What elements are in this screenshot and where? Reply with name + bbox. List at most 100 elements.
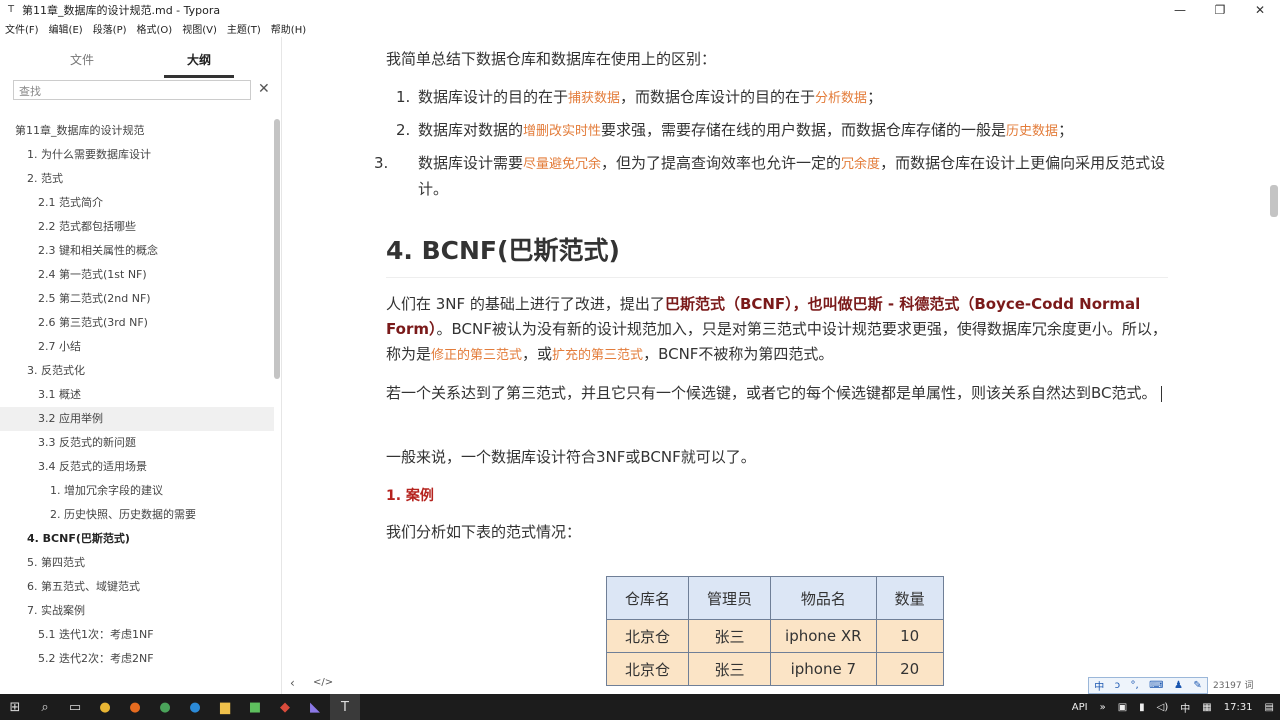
outline-item[interactable]: 2.4 第一范式(1st NF) xyxy=(0,263,274,287)
sidebar: 文件 大纲 查找 ✕ 第11章_数据库的设计规范 1. 为什么需要数据库设计 2. … xyxy=(0,37,282,694)
outline-item[interactable]: 1. 增加冗余字段的建议 xyxy=(0,479,274,503)
outline-item[interactable]: 2. 范式 xyxy=(0,167,274,191)
maximize-button[interactable]: ❐ xyxy=(1200,0,1240,20)
ime-lang-icon[interactable]: 中 xyxy=(1094,678,1104,693)
outline-item[interactable]: 3.4 反范式的适用场景 xyxy=(0,455,274,479)
tray-time[interactable]: 17:31 xyxy=(1224,702,1253,713)
outline-item[interactable]: 第11章_数据库的设计规范 xyxy=(0,119,274,143)
tab-active-indicator xyxy=(164,75,234,78)
text-cursor xyxy=(1160,385,1162,402)
outline-item[interactable]: 2.5 第二范式(2nd NF) xyxy=(0,287,274,311)
close-icon[interactable]: ✕ xyxy=(258,81,270,97)
table-header-cell: 物品名 xyxy=(770,576,877,620)
outline-item[interactable]: 2.1 范式简介 xyxy=(0,191,274,215)
table-cell: 北京仓 xyxy=(605,619,690,653)
menu-format[interactable]: 格式(O) xyxy=(132,21,178,36)
source-code-mode-icon[interactable]: </> xyxy=(313,677,333,688)
window-controls: — ❐ ✕ xyxy=(1160,0,1280,20)
list-item: 3. 数据库设计需要尽量避免冗余，但为了提高查询效率也允许一定的冗余度，而数据仓库… xyxy=(374,154,1166,198)
tray-ime-icon[interactable]: ▦ xyxy=(1202,702,1211,713)
editor-scrollbar[interactable] xyxy=(1270,185,1278,217)
menu-bar: 文件(F) 编辑(E) 段落(P) 格式(O) 视图(V) 主题(T) 帮助(H… xyxy=(0,20,1280,37)
outline-item[interactable]: 5. 第四范式 xyxy=(0,551,274,575)
tray-chevron-icon[interactable]: » xyxy=(1100,702,1106,713)
outline-item[interactable]: 7. 实战案例 xyxy=(0,599,274,623)
edge-icon[interactable]: ● xyxy=(180,694,210,720)
table-cell: 北京仓 xyxy=(605,652,690,686)
sidebar-scrollbar[interactable] xyxy=(274,119,280,379)
table-row: 北京仓 张三 iphone XR 10 xyxy=(605,619,944,653)
ime-settings-icon[interactable]: ✎ xyxy=(1193,680,1201,691)
chevron-left-icon[interactable]: ‹ xyxy=(290,676,295,690)
outline-item[interactable]: 5.1 迭代1次：考虑1NF xyxy=(0,623,274,647)
ime-punct-icon[interactable]: °, xyxy=(1131,680,1139,691)
table-intro-paragraph: 我们分析如下表的范式情况： xyxy=(386,523,582,541)
warehouse-table: 仓库名 管理员 物品名 数量 北京仓 张三 iphone XR 10 北京仓 张… xyxy=(605,576,944,686)
ime-moon-icon[interactable]: ↄ xyxy=(1115,680,1121,691)
intro-paragraph: 我简单总结下数据仓库和数据库在使用上的区别： xyxy=(386,50,717,68)
table-cell: iphone 7 xyxy=(770,652,877,686)
tray-battery-icon[interactable]: ▮ xyxy=(1139,702,1145,713)
close-button[interactable]: ✕ xyxy=(1240,0,1280,20)
outline-item[interactable]: 2.7 小结 xyxy=(0,335,274,359)
outline-item[interactable]: 2. 历史快照、历史数据的需要 xyxy=(0,503,274,527)
table-row: 北京仓 张三 iphone 7 20 xyxy=(605,652,944,686)
sidebar-footer xyxy=(0,673,280,694)
outline-item[interactable]: 3.1 概述 xyxy=(0,383,274,407)
task-view-icon[interactable]: ▭ xyxy=(60,694,90,720)
table-cell: iphone XR xyxy=(770,619,877,653)
tray-lang[interactable]: 中 xyxy=(1180,700,1190,715)
notification-icon[interactable]: ▤ xyxy=(1265,702,1274,713)
menu-view[interactable]: 视图(V) xyxy=(177,21,222,36)
tray-volume-icon[interactable]: ◁) xyxy=(1157,702,1169,713)
sidebar-tabs: 文件 大纲 xyxy=(0,37,282,79)
editor-pane[interactable]: 我简单总结下数据仓库和数据库在使用上的区别： 1. 数据库设计的目的在于捕获数据，… xyxy=(282,37,1280,694)
tray-api-label[interactable]: API xyxy=(1072,702,1088,713)
outline-item[interactable]: 4. BCNF(巴斯范式) xyxy=(0,527,274,551)
outline-item[interactable]: 3.2 应用举例 xyxy=(0,407,274,431)
word-count[interactable]: 23197 词 xyxy=(1213,678,1254,691)
outline-item[interactable]: 3.3 反范式的新问题 xyxy=(0,431,274,455)
list-item: 2. 数据库对数据的增删改实时性要求强，需要存储在线的用户数据，而数据仓库存储的一… xyxy=(396,121,1074,139)
ime-toolbar[interactable]: 中 ↄ °, ⌨ ♟ ✎ xyxy=(1088,677,1208,694)
tray-app-icon[interactable]: ▣ xyxy=(1118,702,1127,713)
minimize-button[interactable]: — xyxy=(1160,0,1200,20)
windows-start-icon[interactable]: ⊞ xyxy=(0,694,30,720)
section-heading: 4. BCNF(巴斯范式) xyxy=(386,236,620,265)
menu-file[interactable]: 文件(F) xyxy=(0,21,44,36)
outline-item[interactable]: 3. 反范式化 xyxy=(0,359,274,383)
outline-item[interactable]: 6. 第五范式、域键范式 xyxy=(0,575,274,599)
file-explorer-icon[interactable]: ▆ xyxy=(210,694,240,720)
menu-help[interactable]: 帮助(H) xyxy=(266,21,311,36)
app-green-icon[interactable]: ■ xyxy=(240,694,270,720)
bcnf-paragraph: 人们在 3NF 的基础上进行了改进，提出了巴斯范式（BCNF），也叫做巴斯 - … xyxy=(386,295,1167,363)
tab-files[interactable]: 文件 xyxy=(70,51,94,68)
outline-item[interactable]: 2.3 键和相关属性的概念 xyxy=(0,239,274,263)
outline-search-input[interactable]: 查找 xyxy=(13,80,251,100)
typora-app-icon: T xyxy=(7,4,15,15)
menu-edit[interactable]: 编辑(E) xyxy=(44,21,88,36)
search-icon[interactable]: ⌕ xyxy=(30,694,60,720)
outline-item[interactable]: 5.2 迭代2次：考虑2NF xyxy=(0,647,274,671)
menu-theme[interactable]: 主题(T) xyxy=(222,21,266,36)
outline-list: 第11章_数据库的设计规范 1. 为什么需要数据库设计 2. 范式 2.1 范式简介 2… xyxy=(0,119,274,694)
firefox-icon[interactable]: ● xyxy=(120,694,150,720)
title-bar: T 第11章_数据库的设计规范.md - Typora — ❐ ✕ xyxy=(0,0,1280,20)
tab-outline[interactable]: 大纲 xyxy=(187,51,211,68)
outline-item[interactable]: 2.2 范式都包括哪些 xyxy=(0,215,274,239)
ime-keyboard-icon[interactable]: ⌨ xyxy=(1149,680,1163,691)
heading-divider xyxy=(386,277,1168,278)
table-header-cell: 仓库名 xyxy=(605,576,690,620)
chrome-alt-icon[interactable]: ● xyxy=(150,694,180,720)
menu-paragraph[interactable]: 段落(P) xyxy=(88,21,132,36)
app-red-icon[interactable]: ◆ xyxy=(270,694,300,720)
ime-user-icon[interactable]: ♟ xyxy=(1174,680,1183,691)
chrome-icon[interactable]: ● xyxy=(90,694,120,720)
typora-taskbar-icon[interactable]: T xyxy=(330,694,360,720)
table-cell: 张三 xyxy=(688,652,772,686)
case-heading: 1. 案例 xyxy=(386,488,434,504)
table-cell: 张三 xyxy=(688,619,772,653)
outline-item[interactable]: 1. 为什么需要数据库设计 xyxy=(0,143,274,167)
outline-item[interactable]: 2.6 第三范式(3rd NF) xyxy=(0,311,274,335)
vscode-icon[interactable]: ◣ xyxy=(300,694,330,720)
